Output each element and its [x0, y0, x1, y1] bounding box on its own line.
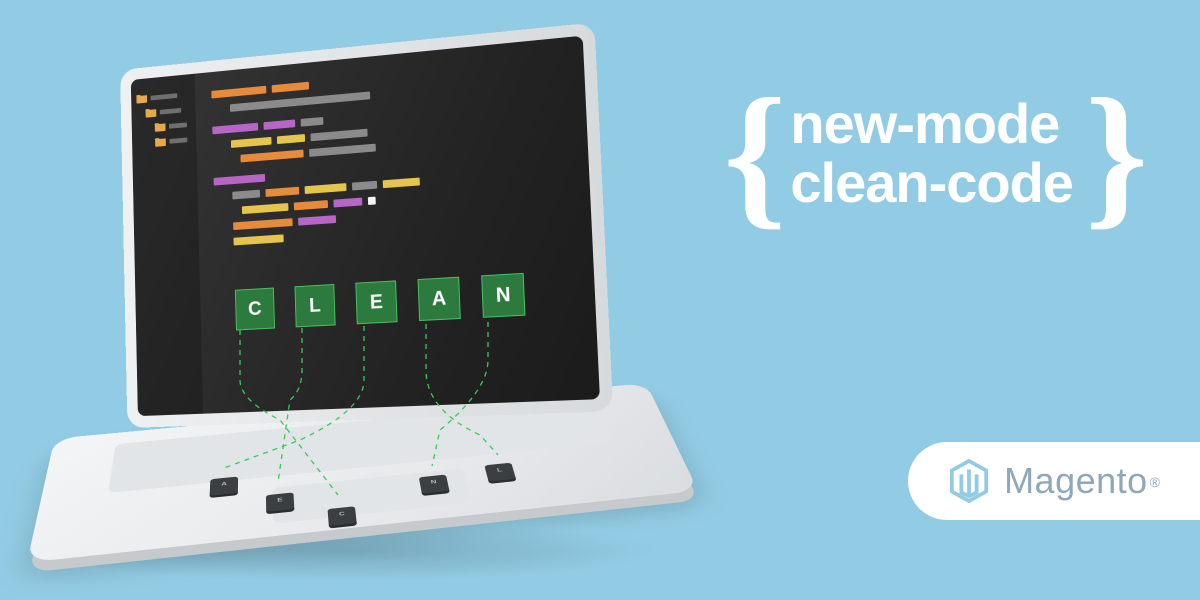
keyboard-key: N [419, 475, 450, 494]
keyboard-key: E [266, 492, 294, 511]
laptop-lid: C L E A N [120, 22, 613, 428]
code-editor-screen: C L E A N [131, 36, 600, 416]
folder-icon [136, 93, 147, 103]
keyboard-key: L [484, 463, 516, 482]
screen-letter-row: C L E A N [235, 273, 526, 331]
brand-badge: Magento® [908, 442, 1200, 520]
folder-icon [155, 137, 166, 147]
magento-logo-icon [948, 458, 990, 504]
folder-icon [155, 122, 166, 132]
laptop-illustration: A E C N L [80, 40, 640, 580]
screen-letter-box: L [294, 284, 335, 327]
folder-icon [146, 107, 157, 117]
brand-name: Magento® [1004, 460, 1160, 502]
code-area [211, 58, 571, 255]
screen-letter-box: E [355, 280, 397, 324]
headline-line-2: clean-code [790, 154, 1073, 213]
headline: { new-mode clean-code } [723, 90, 1140, 218]
editor-sidebar [131, 74, 203, 416]
brace-left-icon: { [723, 90, 778, 218]
keyboard-key: A [210, 477, 238, 496]
keyboard-key: C [327, 506, 356, 526]
headline-line-1: new-mode [790, 95, 1073, 154]
headline-text: new-mode clean-code [790, 95, 1073, 213]
screen-letter-box: A [418, 277, 461, 321]
registered-icon: ® [1150, 474, 1160, 490]
screen-letter-box: N [481, 273, 525, 318]
screen-letter-box: C [235, 288, 275, 331]
screen-bezel: C L E A N [120, 22, 613, 428]
brace-right-icon: } [1085, 90, 1140, 218]
